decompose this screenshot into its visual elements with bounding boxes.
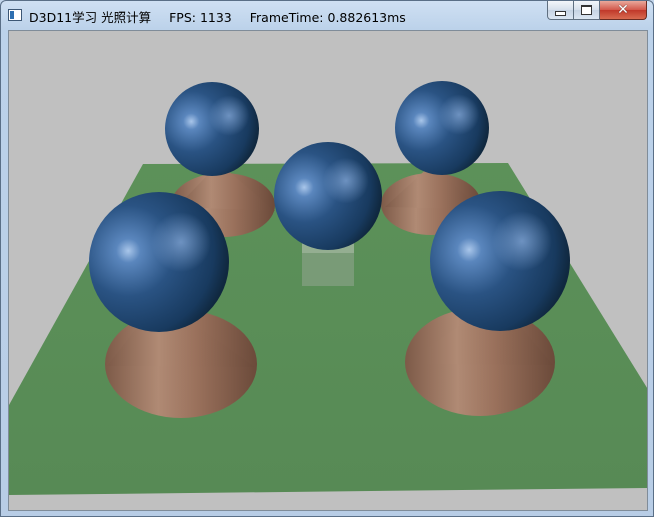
- sphere-front-left-highlight: [113, 185, 249, 321]
- minimize-icon: [555, 10, 566, 16]
- render-viewport[interactable]: [8, 30, 648, 511]
- close-icon: ✕: [617, 2, 629, 18]
- sphere-front-right-highlight: [454, 184, 590, 320]
- sphere-back-left-highlight: [183, 77, 275, 169]
- frametime-readout: FrameTime: 0.882613ms: [249, 10, 406, 25]
- minimize-button[interactable]: [547, 1, 574, 20]
- scene-canvas: [9, 31, 647, 510]
- fps-readout: FPS: 1133: [169, 10, 232, 25]
- maximize-icon: [581, 5, 592, 15]
- window-controls: ✕: [547, 1, 647, 21]
- app-window-icon[interactable]: [8, 9, 22, 21]
- title-bar[interactable]: D3D11学习 光照计算 FPS: 1133 FrameTime: 0.882613…: [1, 1, 653, 29]
- app-window: D3D11学习 光照计算 FPS: 1133 FrameTime: 0.882613…: [0, 0, 654, 517]
- close-button[interactable]: ✕: [600, 1, 647, 20]
- title-text: D3D11学习 光照计算 FPS: 1133 FrameTime: 0.882613…: [29, 7, 424, 26]
- maximize-button[interactable]: [574, 1, 600, 20]
- sphere-back-right-highlight: [413, 76, 505, 168]
- sphere-center-highlight: [294, 137, 398, 241]
- window-title: D3D11学习 光照计算: [29, 10, 152, 25]
